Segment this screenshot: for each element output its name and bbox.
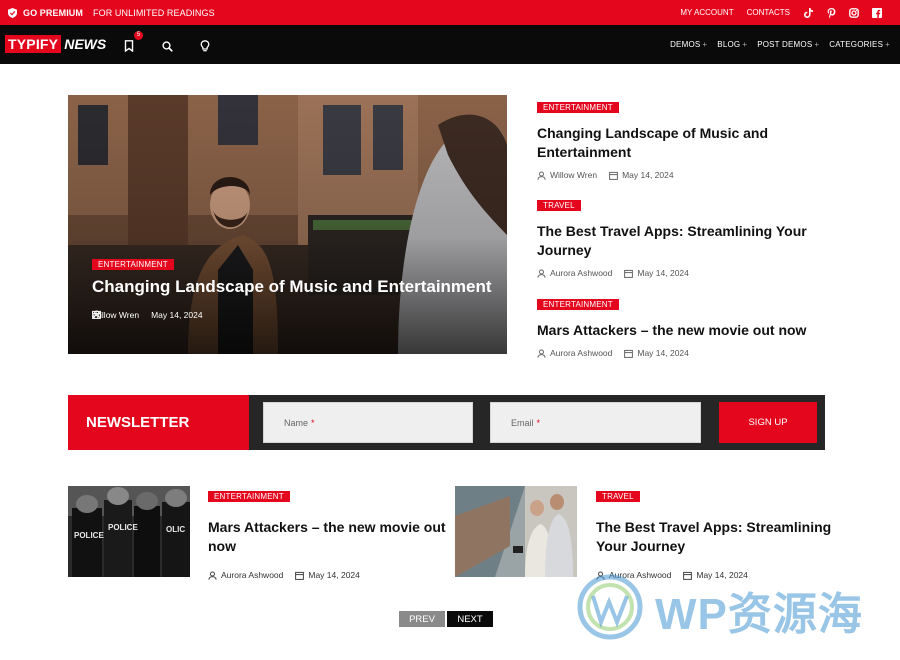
plus-icon: + [702,40,708,49]
bookmark-count-badge: 5 [134,30,143,40]
facebook-icon[interactable] [872,7,882,18]
card-2-title[interactable]: The Best Travel Apps: Streamlining Your … [596,518,836,556]
user-icon [208,571,217,580]
nav-demos[interactable]: DEMOS + [670,40,707,49]
card-1-tag[interactable]: ENTERTAINMENT [208,491,290,502]
side-post-1-tag[interactable]: ENTERTAINMENT [537,102,619,113]
newsletter-bar: NEWSLETTER Name * Email * SIGN UP [68,395,825,450]
side-post-2-tag[interactable]: TRAVEL [537,200,581,211]
hero-title[interactable]: Changing Landscape of Music and Entertai… [92,276,492,297]
card-2-tag[interactable]: TRAVEL [596,491,640,502]
side-post-1-date-text: May 14, 2024 [622,170,674,180]
hero-date: May 14, 2024 [92,310,203,320]
plus-icon: + [742,40,748,49]
logo-typify: TYPIFY [5,35,62,53]
travel-image [455,486,577,577]
bookmark-icon[interactable]: 5 [124,30,143,52]
card-1[interactable]: ENTERTAINMENT Mars Attackers – the new m… [208,486,448,580]
name-placeholder: Name [284,417,309,428]
watermark-text: WP资源海 [655,590,863,639]
calendar-icon [92,310,101,319]
calendar-icon [624,349,634,358]
card-1-date: May 14, 2024 [295,570,360,580]
side-post-2[interactable]: TRAVEL The Best Travel Apps: Streamlinin… [537,195,817,278]
side-post-2-author-name: Aurora Ashwood [550,268,613,278]
contacts-link[interactable]: CONTACTS [747,8,790,17]
side-post-3-date: May 14, 2024 [624,348,689,358]
hero-post[interactable]: ENTERTAINMENT Changing Landscape of Musi… [68,95,507,354]
side-post-1[interactable]: ENTERTAINMENT Changing Landscape of Musi… [537,97,817,180]
nav-blog-label: BLOG [717,40,741,49]
calendar-icon [624,269,634,278]
side-post-1-author[interactable]: Willow Wren [537,170,597,180]
site-logo[interactable]: TYPIFY NEWS [5,34,106,54]
instagram-icon[interactable] [849,7,859,18]
watermark: WP资源海 [575,572,895,652]
nav-demos-label: DEMOS [670,40,701,49]
side-post-1-title[interactable]: Changing Landscape of Music and Entertai… [537,124,817,162]
card-1-title[interactable]: Mars Attackers – the new movie out now [208,518,448,556]
card-1-author-name: Aurora Ashwood [221,570,284,580]
calendar-icon [609,171,618,180]
hero-date-text: May 14, 2024 [151,310,203,320]
newsletter-label: NEWSLETTER [68,395,249,450]
search-icon[interactable] [162,39,174,52]
tiktok-icon[interactable] [803,7,813,18]
wordpress-logo-icon [577,574,643,640]
svg-text:POLICE: POLICE [108,523,138,532]
user-icon [537,171,546,180]
police-image: POLICE POLICE OLIC [68,486,190,577]
main-navbar: TYPIFY NEWS 5 DEMOS + BLOG + POST DEMOS + C… [0,25,900,64]
nav-categories-label: CATEGORIES [829,40,884,49]
prev-button[interactable]: PREV [399,611,445,627]
sign-up-button[interactable]: SIGN UP [719,402,817,443]
side-post-1-date: May 14, 2024 [609,170,674,180]
card-2-thumbnail[interactable] [455,486,577,577]
pinterest-icon[interactable] [826,7,836,18]
next-button[interactable]: NEXT [447,611,493,627]
side-post-3[interactable]: ENTERTAINMENT Mars Attackers – the new m… [537,294,817,358]
required-mark: * [311,417,315,428]
user-icon [537,269,546,278]
name-field[interactable]: Name * [263,402,473,443]
card-1-author[interactable]: Aurora Ashwood [208,570,283,580]
user-icon [537,349,546,358]
shield-check-icon [8,7,17,18]
my-account-link[interactable]: MY ACCOUNT [680,8,733,17]
calendar-icon [295,571,305,580]
email-placeholder: Email [511,417,534,428]
pagination: PREV NEXT [399,611,493,627]
svg-text:OLIC: OLIC [166,525,185,534]
side-post-3-author[interactable]: Aurora Ashwood [537,348,612,358]
plus-icon: + [885,40,890,49]
side-post-2-date: May 14, 2024 [624,268,689,278]
lightbulb-icon[interactable] [200,39,212,51]
promo-bar: GO PREMIUM FOR UNLIMITED READINGS MY ACC… [0,0,900,25]
side-post-2-title[interactable]: The Best Travel Apps: Streamlining Your … [537,222,817,260]
plus-icon: + [814,40,820,49]
side-post-2-author[interactable]: Aurora Ashwood [537,268,612,278]
nav-post-demos-label: POST DEMOS [757,40,813,49]
side-post-3-title[interactable]: Mars Attackers – the new movie out now [537,321,817,340]
email-field[interactable]: Email * [490,402,701,443]
required-mark: * [536,417,541,428]
nav-blog[interactable]: BLOG + [717,40,747,49]
nav-categories[interactable]: CATEGORIES + [829,40,890,49]
go-premium-link[interactable]: GO PREMIUM FOR UNLIMITED READINGS [8,0,215,25]
side-post-3-date-text: May 14, 2024 [637,348,689,358]
promo-subtext: FOR UNLIMITED READINGS [93,7,215,18]
promo-brand: GO PREMIUM [23,7,84,18]
card-1-thumbnail[interactable]: POLICE POLICE OLIC [68,486,190,577]
side-post-2-date-text: May 14, 2024 [637,268,689,278]
side-post-1-author-name: Willow Wren [550,170,598,180]
card-2[interactable]: TRAVEL The Best Travel Apps: Streamlinin… [596,486,836,580]
card-1-date-text: May 14, 2024 [308,570,360,580]
svg-text:POLICE: POLICE [74,531,104,540]
side-post-3-tag[interactable]: ENTERTAINMENT [537,299,619,310]
nav-post-demos[interactable]: POST DEMOS + [757,40,819,49]
logo-news: NEWS [64,36,107,52]
side-post-3-author-name: Aurora Ashwood [550,348,613,358]
hero-category-tag[interactable]: ENTERTAINMENT [92,259,174,270]
